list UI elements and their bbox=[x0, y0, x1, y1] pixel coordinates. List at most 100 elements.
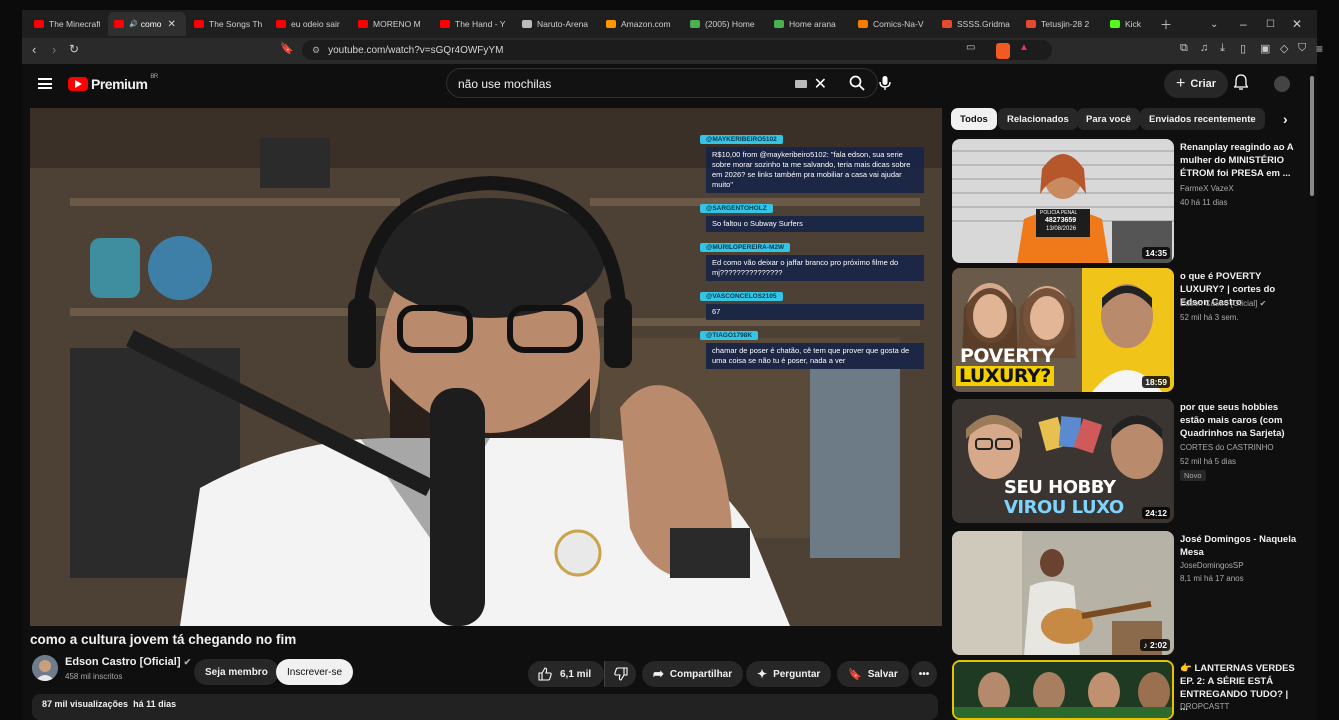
extensions-icon[interactable]: ⧉ bbox=[1180, 42, 1188, 55]
close-tab-icon[interactable]: ✕ bbox=[168, 19, 176, 30]
clear-search-icon[interactable]: ✕ bbox=[814, 74, 827, 94]
channel-avatar-image bbox=[32, 655, 58, 681]
browser-tab[interactable]: (2005) Home bbox=[684, 12, 766, 36]
microphone-icon bbox=[879, 76, 891, 90]
tab-title: The Hand - Y bbox=[455, 19, 506, 29]
cast-icon[interactable]: ▭ bbox=[966, 42, 975, 53]
browser-tab[interactable]: eu odeio sair bbox=[270, 12, 350, 36]
back-arrow-icon[interactable]: ‹ bbox=[32, 42, 36, 57]
brave-shield-icon[interactable] bbox=[996, 43, 1010, 59]
create-button[interactable]: + Criar bbox=[1164, 70, 1229, 98]
shield-icon[interactable]: ⛉ bbox=[1298, 42, 1306, 55]
chip-for-you[interactable]: Para você bbox=[1077, 108, 1140, 130]
media-icon[interactable]: ♫ bbox=[1200, 42, 1208, 54]
rewards-icon[interactable]: ▲ bbox=[1019, 42, 1029, 53]
browser-tab[interactable]: SSSS.Gridma bbox=[936, 12, 1018, 36]
browser-tab[interactable]: The Songs Th bbox=[188, 12, 268, 36]
browser-tab[interactable]: 🔊 como ✕ bbox=[108, 12, 186, 36]
search-box[interactable]: não use mochilas ✕ bbox=[446, 68, 878, 98]
verified-icon: ✔ bbox=[183, 657, 192, 667]
channel-name: DROPCASTT bbox=[1180, 702, 1230, 711]
browser-tab[interactable]: Amazon.com bbox=[600, 12, 682, 36]
youtube-play-icon bbox=[68, 77, 88, 91]
browser-tab-bar: The Minecraft 🔊 como ✕ The Songs Th eu odeio … bbox=[22, 10, 1317, 38]
channel-name[interactable]: Edson Castro [Oficial] ✔ bbox=[65, 656, 191, 668]
video-thumbnail[interactable]: POVERTY LUXURY? 18:59 bbox=[952, 268, 1174, 392]
maximize-button[interactable]: ☐ bbox=[1266, 10, 1275, 38]
wallet-icon[interactable]: ▣ bbox=[1260, 42, 1270, 55]
tab-list-chevron-icon[interactable]: ⌄ bbox=[1210, 10, 1218, 38]
youtube-logo[interactable]: Premium BR bbox=[68, 74, 158, 92]
browser-tab[interactable]: Home arana bbox=[768, 12, 850, 36]
recommended-video-2[interactable]: POVERTY LUXURY? 18:59 o que é POVERTY LU… bbox=[952, 268, 1302, 392]
chip-recent[interactable]: Enviados recentemente bbox=[1140, 108, 1265, 130]
browser-tab[interactable]: The Hand - Y bbox=[434, 12, 514, 36]
more-actions-button[interactable]: ••• bbox=[911, 661, 937, 687]
recommended-video-5[interactable]: 👉 LANTERNAS VERDES EP. 2: A SÉRIE ESTÁ E… bbox=[952, 660, 1302, 720]
channel-name-text: Edson Castro [Oficial] bbox=[1180, 299, 1258, 308]
tab-favicon-icon bbox=[358, 20, 368, 28]
video-thumbnail[interactable]: SEU HOBBY VIROU LUXO 24:12 bbox=[952, 399, 1174, 523]
reload-icon[interactable]: ↻ bbox=[69, 42, 79, 56]
browser-tab[interactable]: Tetusjin-28 2 bbox=[1020, 12, 1102, 36]
tab-favicon-icon bbox=[606, 20, 616, 28]
video-meta: 8,1 mi há 17 anos bbox=[1180, 574, 1244, 583]
close-window-button[interactable]: ✕ bbox=[1292, 10, 1302, 38]
browser-tab[interactable]: Kick bbox=[1104, 12, 1164, 36]
keyboard-icon[interactable] bbox=[795, 80, 807, 88]
tab-title: Amazon.com bbox=[621, 19, 671, 29]
dislike-button[interactable] bbox=[604, 661, 636, 687]
video-thumbnail[interactable]: POLICIA PENAL 48273659 13/08/2026 14:35 bbox=[952, 139, 1174, 263]
video-duration: ♪ 2:02 bbox=[1140, 639, 1170, 651]
chat-text: chamar de poser é chatão, cê tem que pro… bbox=[706, 343, 924, 369]
page-scrollbar[interactable] bbox=[1310, 76, 1314, 196]
minimize-button[interactable]: – bbox=[1240, 10, 1247, 38]
share-button[interactable]: ➦ Compartilhar bbox=[642, 661, 744, 687]
account-avatar[interactable] bbox=[1274, 76, 1290, 92]
video-thumbnail[interactable] bbox=[952, 660, 1174, 720]
search-input[interactable]: não use mochilas bbox=[458, 77, 551, 91]
tab-favicon-icon bbox=[774, 20, 784, 28]
tab-title: The Minecraft bbox=[49, 19, 100, 29]
url-field[interactable]: ⚙ youtube.com/watch?v=sGQr4OWFyYM bbox=[302, 40, 1052, 60]
new-tab-button[interactable]: ＋ bbox=[1160, 10, 1172, 38]
vpn-icon[interactable]: ◇ bbox=[1280, 42, 1288, 55]
save-button[interactable]: 🔖 Salvar bbox=[837, 661, 909, 687]
forward-arrow-icon[interactable]: › bbox=[52, 42, 56, 57]
youtube-page: Premium BR não use mochilas ✕ + Criar @M… bbox=[22, 64, 1317, 720]
recommended-video-4[interactable]: ♪ 2:02 José Domingos - Naquela Mesa Jose… bbox=[952, 531, 1302, 655]
chat-text: R$10,00 from @maykeribeiro5102: "fala ed… bbox=[706, 147, 924, 193]
like-button[interactable]: 6,1 mil bbox=[528, 661, 604, 687]
music-note-icon: ♪ bbox=[1143, 640, 1150, 650]
sidebar-icon[interactable]: ▯ bbox=[1240, 42, 1246, 55]
save-bookmark-icon: 🔖 bbox=[848, 668, 862, 681]
channel-avatar[interactable] bbox=[32, 655, 58, 681]
downloads-icon[interactable]: ⤓ bbox=[1220, 42, 1225, 55]
join-button[interactable]: Seja membro bbox=[194, 659, 279, 685]
menu-icon[interactable] bbox=[38, 78, 52, 89]
browser-tab[interactable]: The Minecraft bbox=[28, 12, 106, 36]
voice-search-button[interactable] bbox=[870, 68, 900, 98]
audio-playing-icon[interactable]: 🔊 bbox=[129, 20, 138, 28]
chat-username: @MAYKERIBEIRO5102 bbox=[700, 135, 783, 144]
ask-button[interactable]: ✦ Perguntar bbox=[746, 661, 832, 687]
bell-icon bbox=[1233, 74, 1249, 90]
browser-tab[interactable]: Naruto-Arena bbox=[516, 12, 598, 36]
notifications-button[interactable] bbox=[1233, 74, 1249, 95]
browser-tab[interactable]: MORENO M bbox=[352, 12, 432, 36]
description-box[interactable]: 87 mil visualizações há 11 dias bbox=[32, 694, 938, 720]
recommended-video-3[interactable]: SEU HOBBY VIROU LUXO 24:12 por que seus … bbox=[952, 399, 1302, 523]
recommended-video-1[interactable]: POLICIA PENAL 48273659 13/08/2026 14:35 … bbox=[952, 139, 1302, 263]
site-info-icon[interactable]: ⚙ bbox=[312, 45, 320, 56]
chip-related[interactable]: Relacionados bbox=[998, 108, 1078, 130]
video-title: José Domingos - Naquela Mesa bbox=[1180, 534, 1297, 558]
chips-next-chevron-icon[interactable]: › bbox=[1274, 108, 1297, 130]
bookmark-icon[interactable]: 🔖 bbox=[280, 42, 294, 55]
tab-favicon-icon bbox=[1110, 20, 1120, 28]
browser-tab[interactable]: Comics-Na-V bbox=[852, 12, 934, 36]
video-thumbnail[interactable]: ♪ 2:02 bbox=[952, 531, 1174, 655]
subscribe-button[interactable]: Inscrever-se bbox=[276, 659, 354, 685]
video-player[interactable]: @MAYKERIBEIRO5102 R$10,00 from @maykeribe… bbox=[30, 108, 942, 626]
chip-all[interactable]: Todos bbox=[951, 108, 997, 130]
browser-menu-icon[interactable]: ≡ bbox=[1316, 42, 1323, 56]
